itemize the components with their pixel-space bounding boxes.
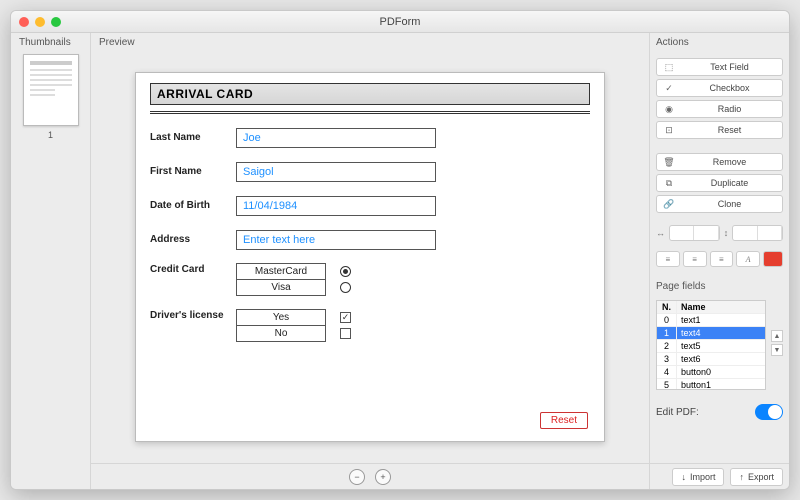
- table-row[interactable]: 2text5: [657, 340, 765, 353]
- download-icon: ↓: [681, 472, 686, 482]
- app-window: PDForm Thumbnails 1 Preview ARRIVAL CARD: [10, 10, 790, 490]
- add-radio-button[interactable]: ◉Radio: [656, 100, 783, 118]
- color-swatch[interactable]: [763, 251, 783, 267]
- add-textfield-button[interactable]: ⬚Text Field: [656, 58, 783, 76]
- table-row[interactable]: 3text6: [657, 353, 765, 366]
- pagefields-table: N.Name 0text1 1text4 2text5 3text6 4butt…: [656, 300, 766, 390]
- duplicate-icon: ⧉: [663, 178, 675, 189]
- actions-label: Actions: [656, 33, 783, 50]
- zoom-icon[interactable]: [51, 17, 61, 27]
- width-stepper[interactable]: [669, 225, 720, 241]
- check-icon: ✓: [663, 83, 675, 94]
- col-name: Name: [677, 301, 765, 313]
- upload-icon: ↑: [739, 472, 744, 482]
- titlebar: PDForm: [11, 11, 789, 33]
- firstname-field[interactable]: Saigol: [236, 162, 436, 182]
- radio-icon: ◉: [663, 104, 675, 115]
- thumbnail-page-number: 1: [11, 130, 90, 140]
- preview-panel: Preview ARRIVAL CARD Last Name Joe First…: [91, 33, 649, 489]
- table-row[interactable]: 1text4: [657, 327, 765, 340]
- page-title: ARRIVAL CARD: [150, 83, 590, 105]
- lastname-label: Last Name: [150, 132, 236, 143]
- minimize-icon[interactable]: [35, 17, 45, 27]
- zoom-toolbar: − +: [91, 463, 649, 489]
- font-button[interactable]: A: [736, 251, 760, 267]
- height-stepper[interactable]: [732, 225, 783, 241]
- export-button[interactable]: ↑Export: [730, 468, 783, 486]
- radio-mastercard[interactable]: [340, 266, 351, 277]
- textfield-icon: ⬚: [663, 62, 675, 73]
- align-left-button[interactable]: ≡: [656, 251, 680, 267]
- link-icon: 🔗: [663, 199, 675, 210]
- reset-icon: ⊡: [663, 125, 675, 136]
- zoom-out-icon[interactable]: −: [349, 469, 365, 485]
- lastname-field[interactable]: Joe: [236, 128, 436, 148]
- thumbnails-panel: Thumbnails 1: [11, 33, 91, 489]
- preview-label: Preview: [91, 33, 649, 50]
- creditcard-label: Credit Card: [150, 264, 236, 275]
- reset-button[interactable]: Reset: [540, 412, 588, 429]
- clone-button[interactable]: 🔗Clone: [656, 195, 783, 213]
- table-row[interactable]: 0text1: [657, 314, 765, 327]
- dob-label: Date of Birth: [150, 200, 236, 211]
- address-label: Address: [150, 234, 236, 245]
- pagefields-label: Page fields: [656, 281, 783, 292]
- table-row[interactable]: 4button0: [657, 366, 765, 379]
- divider: [150, 111, 590, 114]
- page-thumbnail[interactable]: [23, 54, 79, 126]
- editpdf-label: Edit PDF:: [656, 407, 699, 418]
- license-label: Driver's license: [150, 310, 236, 321]
- align-center-button[interactable]: ≡: [683, 251, 707, 267]
- window-title: PDForm: [380, 16, 421, 28]
- address-field[interactable]: Enter text here: [236, 230, 436, 250]
- radio-visa[interactable]: [340, 282, 351, 293]
- align-right-button[interactable]: ≡: [710, 251, 734, 267]
- add-checkbox-button[interactable]: ✓Checkbox: [656, 79, 783, 97]
- license-option-no: No: [236, 325, 326, 342]
- move-up-button[interactable]: ▲: [771, 330, 783, 342]
- editpdf-toggle[interactable]: [755, 404, 783, 420]
- height-icon: ↕: [724, 228, 729, 238]
- import-button[interactable]: ↓Import: [672, 468, 724, 486]
- duplicate-button[interactable]: ⧉Duplicate: [656, 174, 783, 192]
- trash-icon: 🗑: [663, 157, 675, 168]
- actions-panel: Actions ⬚Text Field ✓Checkbox ◉Radio ⊡Re…: [649, 33, 789, 489]
- width-icon: ↔: [656, 228, 665, 238]
- creditcard-option-visa: Visa: [236, 279, 326, 296]
- pdf-page: ARRIVAL CARD Last Name Joe First Name Sa…: [135, 72, 605, 442]
- creditcard-option-mastercard: MasterCard: [236, 263, 326, 280]
- table-row[interactable]: 5button1: [657, 379, 765, 390]
- dob-field[interactable]: 11/04/1984: [236, 196, 436, 216]
- checkbox-no[interactable]: [340, 328, 351, 339]
- thumbnails-label: Thumbnails: [11, 33, 90, 50]
- checkbox-yes[interactable]: ✓: [340, 312, 351, 323]
- close-icon[interactable]: [19, 17, 29, 27]
- remove-button[interactable]: 🗑Remove: [656, 153, 783, 171]
- col-n: N.: [657, 301, 677, 313]
- zoom-in-icon[interactable]: +: [375, 469, 391, 485]
- move-down-button[interactable]: ▼: [771, 344, 783, 356]
- add-reset-button[interactable]: ⊡Reset: [656, 121, 783, 139]
- firstname-label: First Name: [150, 166, 236, 177]
- license-option-yes: Yes: [236, 309, 326, 326]
